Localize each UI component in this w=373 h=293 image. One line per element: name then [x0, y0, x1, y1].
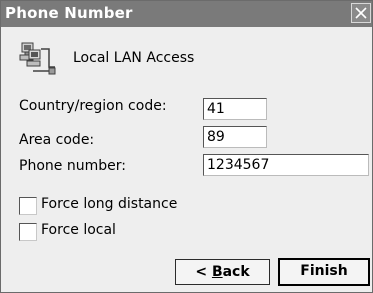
- country-code-label: Country/region code:: [19, 98, 167, 114]
- back-button-mnemonic: B: [211, 264, 223, 280]
- phone-number-dialog: Phone Number Local LAN Access Country/re…: [0, 0, 373, 293]
- back-button[interactable]: < Back: [175, 259, 270, 285]
- area-code-input[interactable]: 89: [203, 126, 267, 148]
- close-icon: [355, 7, 367, 19]
- dialog-title: Phone Number: [5, 4, 133, 22]
- country-code-input[interactable]: 41: [203, 98, 267, 120]
- force-long-distance-checkbox[interactable]: [19, 197, 37, 215]
- finish-button[interactable]: Finish: [278, 258, 370, 286]
- network-computers-icon: [19, 41, 59, 77]
- phone-number-label: Phone number:: [19, 158, 126, 174]
- back-button-rest: ack: [222, 264, 250, 280]
- area-code-label: Area code:: [19, 132, 95, 148]
- force-local-label[interactable]: Force local: [41, 222, 116, 238]
- close-button[interactable]: [351, 3, 371, 23]
- title-bar[interactable]: Phone Number: [1, 1, 372, 27]
- back-button-prefix: <: [195, 264, 212, 280]
- force-local-checkbox[interactable]: [19, 223, 37, 241]
- connection-name: Local LAN Access: [73, 50, 195, 66]
- phone-number-input[interactable]: 1234567: [203, 154, 369, 176]
- force-long-distance-label[interactable]: Force long distance: [41, 196, 177, 212]
